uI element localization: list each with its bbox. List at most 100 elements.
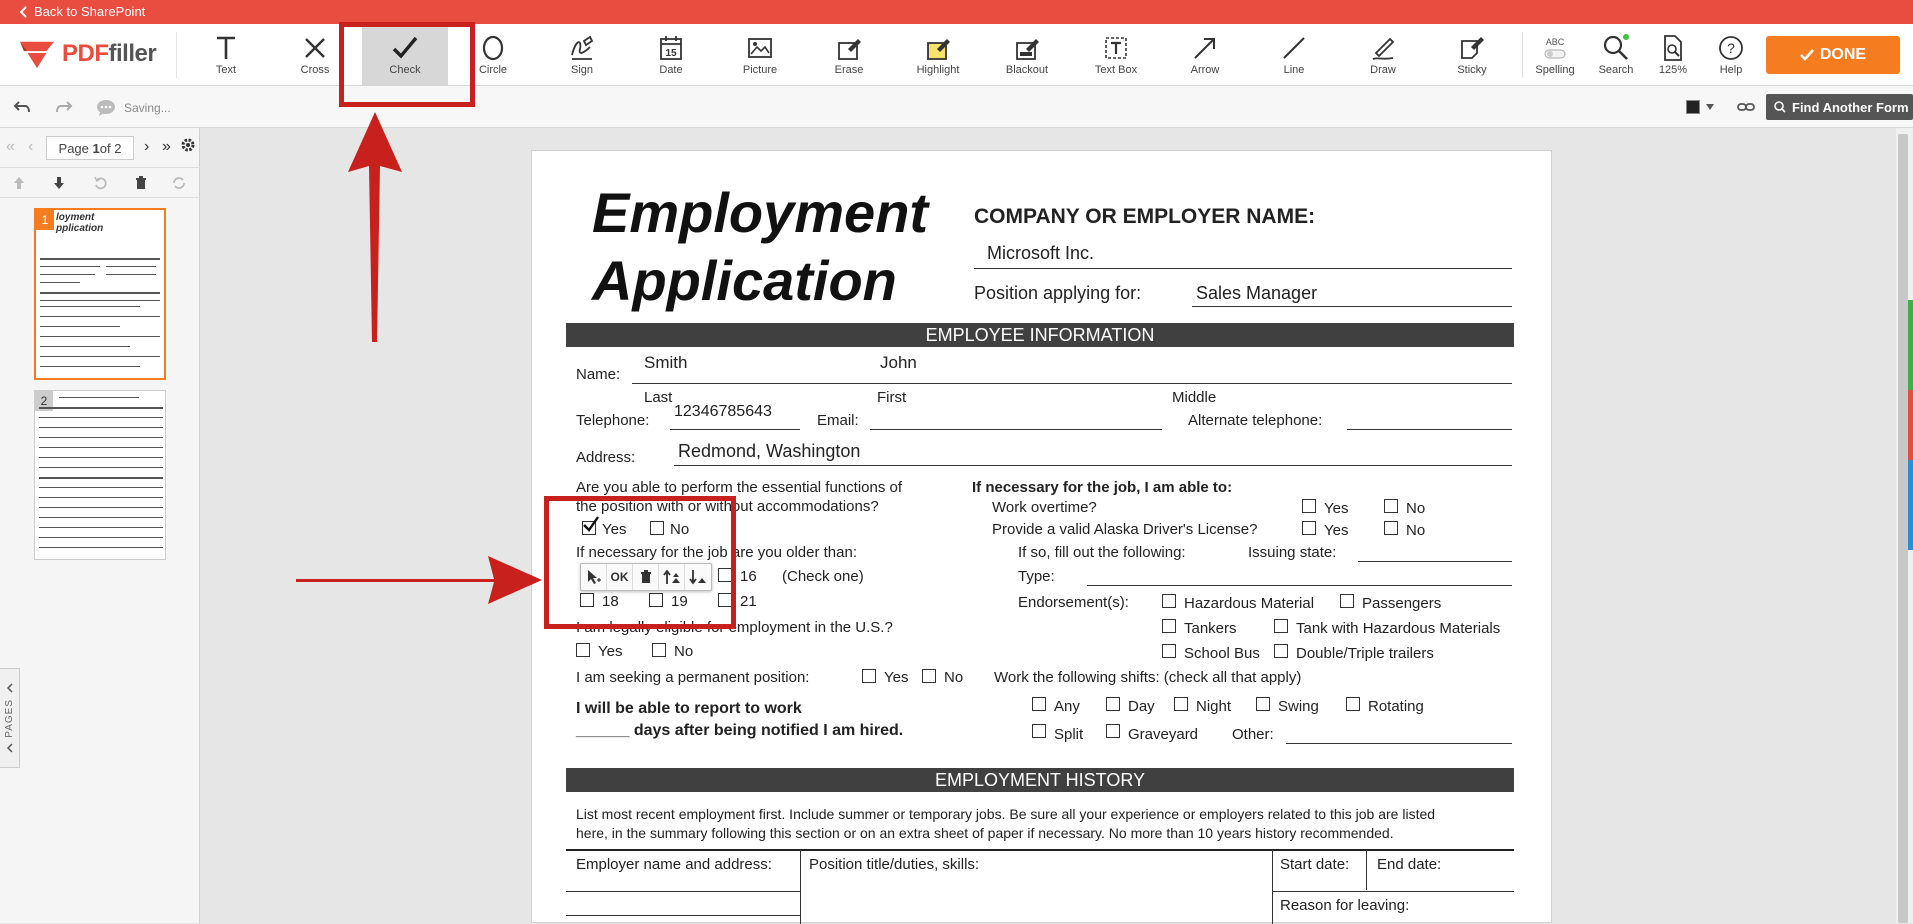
school-bus-checkbox[interactable] xyxy=(1162,644,1176,658)
link-button[interactable] xyxy=(1734,95,1758,119)
page-indicator[interactable]: Page 1 of 2 xyxy=(46,136,134,160)
permanent-yes-checkbox[interactable] xyxy=(862,669,876,683)
pdffiller-logo[interactable]: PDFfiller xyxy=(18,38,157,70)
shift-graveyard-checkbox[interactable] xyxy=(1106,724,1120,738)
tool-sign[interactable]: Sign xyxy=(552,24,612,86)
legal-no-checkbox[interactable] xyxy=(652,643,666,657)
document-title: Employment Application xyxy=(592,181,929,312)
thumbnail-line xyxy=(40,356,160,357)
tool-line[interactable]: Line xyxy=(1264,24,1324,86)
essential-functions-question: Are you able to perform the essential fu… xyxy=(576,479,903,496)
tool-search[interactable]: Search xyxy=(1588,24,1644,86)
shift-any-checkbox[interactable] xyxy=(1032,697,1046,711)
pages-panel-toggle[interactable]: PAGES xyxy=(0,668,20,768)
sticky-note-icon xyxy=(1461,37,1484,59)
license-yes-label: Yes xyxy=(1324,522,1349,539)
find-another-form-button[interactable]: Find Another Form xyxy=(1766,94,1913,120)
double-triple-checkbox[interactable] xyxy=(1274,644,1288,658)
last-page-icon[interactable]: » xyxy=(162,138,171,156)
overtime-no-checkbox[interactable] xyxy=(1384,499,1398,513)
telephone-value[interactable]: 12346785643 xyxy=(674,403,772,421)
done-button[interactable]: DONE xyxy=(1766,36,1900,74)
thumbnail-line xyxy=(40,366,140,367)
tool-erase[interactable]: Erase xyxy=(819,24,879,86)
refresh-page-icon[interactable] xyxy=(170,174,188,192)
redo-button[interactable] xyxy=(52,95,76,119)
move-page-down-icon[interactable] xyxy=(50,174,68,192)
tool-blackout[interactable]: Blackout xyxy=(997,24,1057,86)
shift-swing-checkbox[interactable] xyxy=(1256,697,1270,711)
tool-picture[interactable]: Picture xyxy=(730,24,790,86)
license-no-checkbox[interactable] xyxy=(1384,521,1398,535)
next-page-icon[interactable]: › xyxy=(144,138,149,156)
tank-hazardous-label: Tank with Hazardous Materials xyxy=(1296,620,1501,637)
shift-rotating-checkbox[interactable] xyxy=(1346,697,1360,711)
employer-name-header: Employer name and address: xyxy=(576,856,772,873)
color-picker[interactable] xyxy=(1686,95,1722,119)
calendar-icon: 15 xyxy=(660,36,682,60)
tool-draw[interactable]: Draw xyxy=(1353,24,1413,86)
license-question: Provide a valid Alaska Driver's License? xyxy=(992,521,1258,538)
link-icon xyxy=(1737,103,1755,111)
undo-button[interactable] xyxy=(10,95,34,119)
thumbnail-line xyxy=(39,457,163,458)
toggle-icon xyxy=(1544,49,1566,59)
tool-sticky[interactable]: Sticky xyxy=(1442,24,1502,86)
rotate-page-icon[interactable] xyxy=(92,174,110,192)
shifts-label: Work the following shifts: (check all th… xyxy=(994,669,1302,686)
help-icon: ? xyxy=(1719,36,1743,60)
last-label: Last xyxy=(644,389,673,406)
page-thumbnail-1[interactable]: 1 loyment pplication xyxy=(34,208,166,380)
tankers-checkbox[interactable] xyxy=(1162,619,1176,633)
company-value[interactable]: Microsoft Inc. xyxy=(987,243,1094,264)
page-thumbnail-2[interactable]: 2 xyxy=(34,390,166,560)
shift-split-checkbox[interactable] xyxy=(1032,724,1046,738)
tool-arrow[interactable]: Arrow xyxy=(1175,24,1235,86)
text-box-icon xyxy=(1105,37,1127,59)
permanent-no-checkbox[interactable] xyxy=(922,669,936,683)
thumbnail-line xyxy=(39,517,163,518)
thumbnail-line xyxy=(39,417,163,418)
arrow-icon xyxy=(1194,38,1215,59)
prev-page-icon[interactable]: ‹ xyxy=(28,138,33,156)
position-value[interactable]: Sales Manager xyxy=(1196,283,1317,304)
caret-down-icon xyxy=(1706,104,1714,110)
address-label: Address: xyxy=(576,449,636,466)
hazardous-material-checkbox[interactable] xyxy=(1162,594,1176,608)
saving-status: Saving... xyxy=(96,99,171,117)
first-page-icon[interactable]: « xyxy=(6,138,15,156)
settings-gear-icon[interactable] xyxy=(180,137,196,158)
legal-yes-checkbox[interactable] xyxy=(576,643,590,657)
passengers-checkbox[interactable] xyxy=(1340,594,1354,608)
start-date-header: Start date: xyxy=(1280,856,1350,873)
tool-text-box[interactable]: Text Box xyxy=(1086,24,1146,86)
overtime-yes-checkbox[interactable] xyxy=(1302,499,1316,513)
last-name-value[interactable]: Smith xyxy=(644,353,687,373)
tutorial-arrow-up-icon xyxy=(348,112,402,342)
tool-zoom[interactable]: 125% xyxy=(1648,24,1698,86)
tool-date[interactable]: 15 Date xyxy=(641,24,701,86)
tool-text[interactable]: Text xyxy=(196,24,256,86)
scrollbar-thumb[interactable] xyxy=(1898,134,1908,923)
page-navigator: « ‹ Page 1 of 2 › » xyxy=(0,128,200,168)
tank-hazardous-checkbox[interactable] xyxy=(1274,619,1288,633)
address-value[interactable]: Redmond, Washington xyxy=(678,441,860,462)
thumbnail-line xyxy=(40,336,160,337)
permanent-position-question: I am seeking a permanent position: xyxy=(576,669,810,686)
tool-cross[interactable]: Cross xyxy=(285,24,345,86)
overtime-question: Work overtime? xyxy=(992,499,1097,516)
delete-page-icon[interactable] xyxy=(132,174,150,192)
first-name-value[interactable]: John xyxy=(880,353,917,373)
tool-spelling[interactable]: ABC Spelling xyxy=(1526,24,1584,86)
thumbnail-line xyxy=(40,346,130,347)
license-no-label: No xyxy=(1406,522,1426,539)
redo-icon xyxy=(56,101,73,113)
move-page-up-icon[interactable] xyxy=(10,174,28,192)
license-yes-checkbox[interactable] xyxy=(1302,521,1316,535)
shift-day-checkbox[interactable] xyxy=(1106,697,1120,711)
shift-night-label: Night xyxy=(1196,698,1232,715)
shift-night-checkbox[interactable] xyxy=(1174,697,1188,711)
back-to-sharepoint-link[interactable]: Back to SharePoint xyxy=(20,4,145,19)
tool-highlight[interactable]: Highlight xyxy=(908,24,968,86)
tool-help[interactable]: ? Help xyxy=(1706,24,1756,86)
